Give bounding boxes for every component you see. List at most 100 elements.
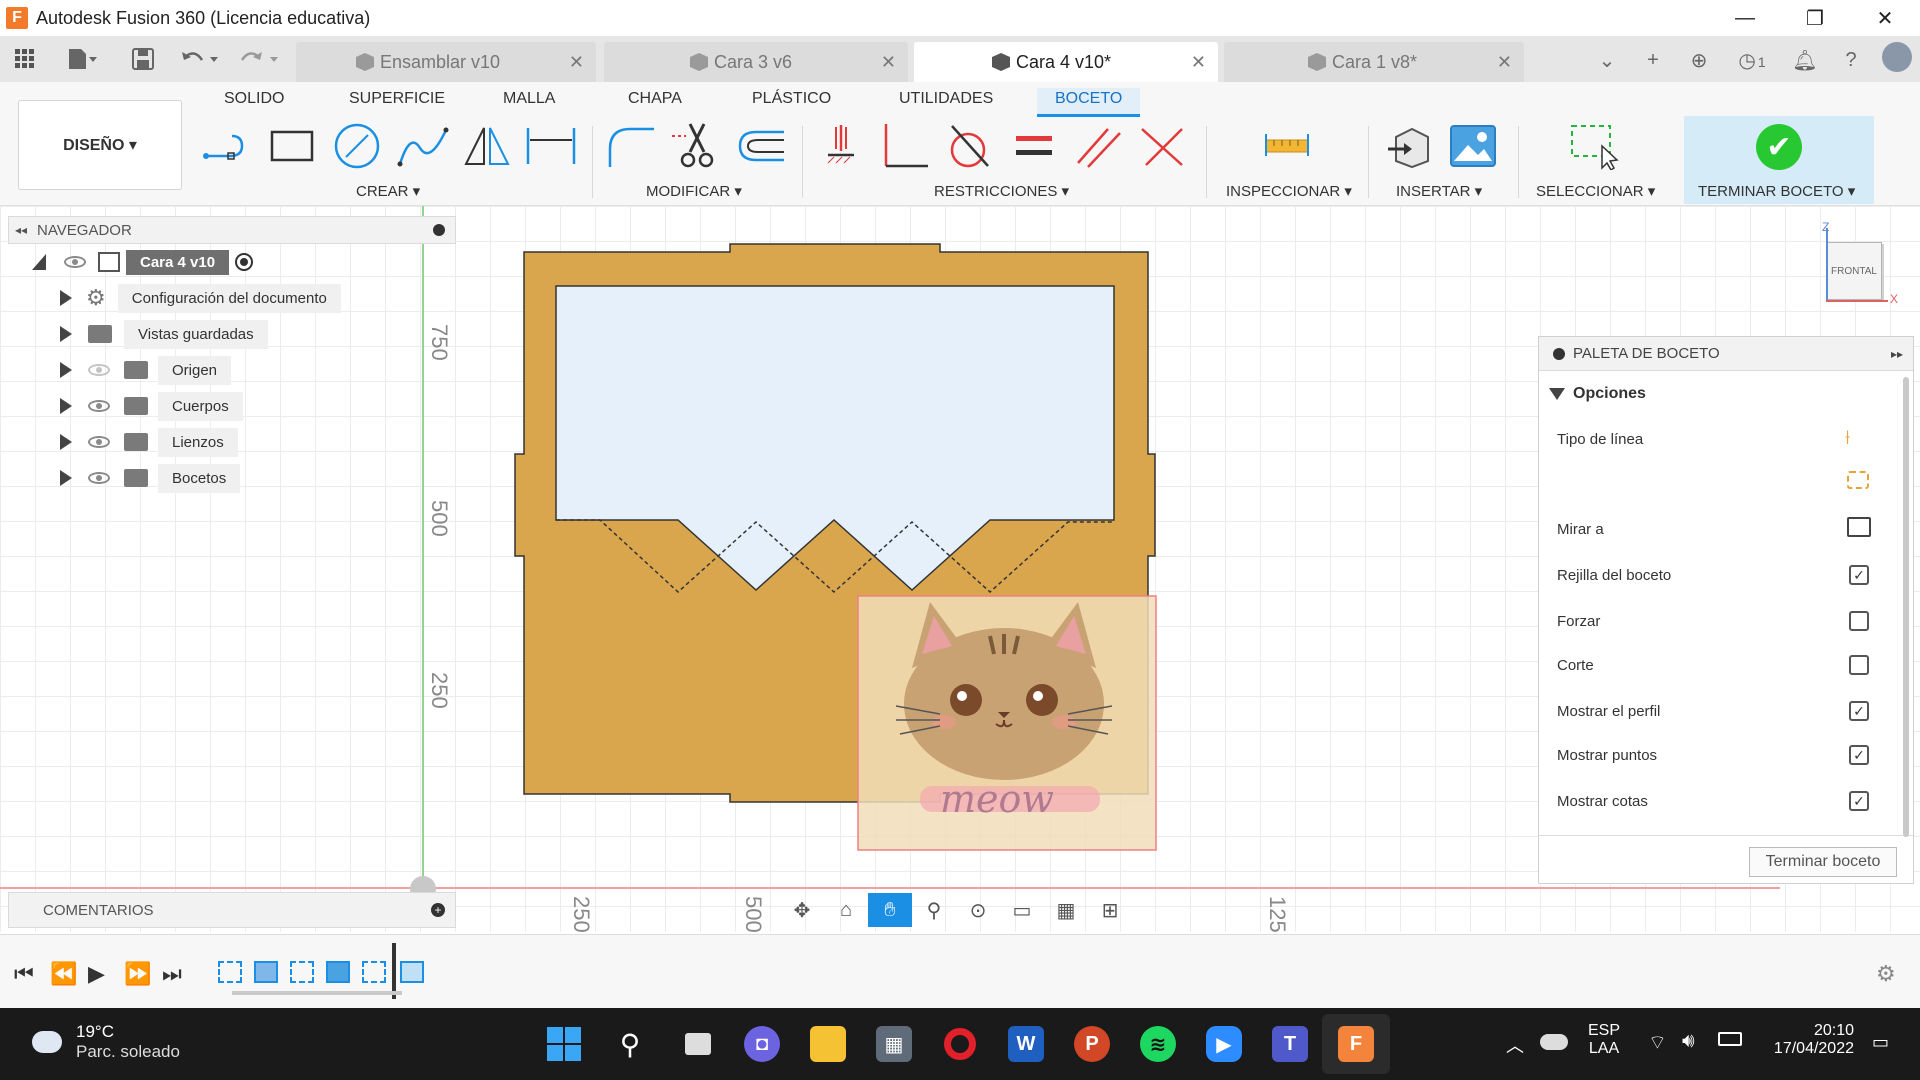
comments-panel[interactable]: COMENTARIOS +: [8, 892, 456, 928]
fit-icon[interactable]: ⊙: [956, 893, 1000, 927]
tab-close-icon[interactable]: ✕: [569, 52, 584, 73]
mirror-tool-icon[interactable]: [460, 122, 514, 170]
undo-icon[interactable]: [176, 46, 224, 72]
offset-tool-icon[interactable]: [734, 122, 788, 170]
notification-center-icon[interactable]: ▭: [1872, 1032, 1889, 1053]
display-settings-icon[interactable]: ▭: [1000, 893, 1044, 927]
trim-tool-icon[interactable]: [670, 122, 724, 170]
palette-section-header[interactable]: Opciones: [1549, 385, 1646, 403]
word-icon[interactable]: W: [1008, 1026, 1044, 1062]
onedrive-cloud-icon[interactable]: [1540, 1034, 1568, 1050]
browser-item-label[interactable]: Configuración del documento: [117, 283, 341, 313]
fillet-tool-icon[interactable]: [604, 122, 658, 170]
grid-checkbox[interactable]: ✓: [1849, 565, 1869, 585]
timeline-sketch-feature[interactable]: [218, 961, 242, 983]
tab-close-icon[interactable]: ✕: [1191, 52, 1206, 73]
visibility-eye-icon[interactable]: [88, 400, 110, 412]
timeline-prev-icon[interactable]: ⏪: [50, 961, 77, 987]
show-profile-checkbox[interactable]: ✓: [1849, 701, 1869, 721]
tab-malla[interactable]: MALLA: [503, 90, 555, 108]
powerpoint-icon[interactable]: P: [1074, 1026, 1110, 1062]
expand-collapse-icon[interactable]: [30, 252, 50, 272]
expand-icon[interactable]: [60, 398, 72, 414]
add-comment-icon[interactable]: +: [431, 903, 445, 917]
calculator-icon[interactable]: ▦: [876, 1026, 912, 1062]
visibility-eye-icon[interactable]: [64, 256, 86, 268]
extensions-icon[interactable]: ⊕: [1676, 48, 1722, 73]
measure-tool-icon[interactable]: [1260, 122, 1314, 170]
file-menu-icon[interactable]: [60, 46, 104, 72]
browser-item-lienzos[interactable]: Lienzos: [8, 424, 456, 460]
spline-tool-icon[interactable]: [396, 122, 450, 170]
browser-item-cuerpos[interactable]: Cuerpos: [8, 388, 456, 424]
view-cube[interactable]: FRONTAL: [1826, 242, 1882, 300]
finish-sketch-button[interactable]: Terminar boceto: [1749, 847, 1897, 877]
root-component-label[interactable]: Cara 4 v10: [126, 249, 230, 275]
collapse-panel-icon[interactable]: ◂◂: [15, 223, 27, 237]
browser-item-origen[interactable]: Origen: [8, 352, 456, 388]
line-tool-icon[interactable]: [202, 122, 256, 170]
group-inspeccionar[interactable]: INSPECCIONAR ▾: [1226, 182, 1352, 200]
timeline-settings-gear-icon[interactable]: ⚙︎: [1876, 961, 1896, 987]
job-status-icon[interactable]: ◷ 1: [1722, 48, 1782, 73]
opera-icon[interactable]: [942, 1026, 978, 1062]
rectangle-tool-icon[interactable]: [266, 122, 320, 170]
finish-sketch-check-icon[interactable]: ✔: [1756, 124, 1802, 170]
help-icon[interactable]: ?: [1828, 49, 1874, 72]
tab-utilidades[interactable]: UTILIDADES: [899, 90, 993, 108]
timeline-sketch-feature[interactable]: [290, 961, 314, 983]
tab-plastico[interactable]: PLÁSTICO: [752, 90, 831, 108]
show-hidden-icons-icon[interactable]: ︿: [1506, 1032, 1524, 1058]
dimension-tool-icon[interactable]: [524, 122, 578, 170]
expand-palette-icon[interactable]: ▸▸: [1891, 347, 1903, 361]
file-explorer-icon[interactable]: [810, 1026, 846, 1062]
viewports-icon[interactable]: ⊞: [1088, 893, 1132, 927]
maximize-button[interactable]: ❐: [1780, 0, 1850, 36]
tab-superficie[interactable]: SUPERFICIE: [349, 90, 445, 108]
visibility-eye-icon[interactable]: [88, 436, 110, 448]
tangent-constraint-icon[interactable]: [942, 122, 996, 170]
midpoint-constraint-icon[interactable]: [1136, 122, 1190, 170]
workspace-selector[interactable]: DISEÑO ▾: [18, 100, 182, 190]
language-indicator[interactable]: ESP LAA: [1588, 1022, 1620, 1058]
group-restricciones[interactable]: RESTRICCIONES ▾: [934, 182, 1069, 200]
timeline-next-icon[interactable]: ⏩: [124, 961, 151, 987]
timeline-last-icon[interactable]: ⏭: [162, 961, 182, 987]
timeline-feature[interactable]: [400, 961, 424, 983]
select-tool-icon[interactable]: [1566, 122, 1620, 170]
timeline-play-icon[interactable]: ▶: [88, 961, 105, 987]
browser-root-row[interactable]: Cara 4 v10: [8, 244, 456, 280]
pan-hand-icon[interactable]: ✋︎: [868, 893, 912, 927]
section-expand-icon[interactable]: [1549, 388, 1565, 400]
new-tab-icon[interactable]: +: [1630, 49, 1676, 72]
tab-cara-4[interactable]: Cara 4 v10* ✕: [914, 42, 1218, 82]
redo-icon[interactable]: [236, 46, 284, 72]
fix-constraint-icon[interactable]: [814, 122, 868, 170]
spotify-icon[interactable]: ≋: [1140, 1026, 1176, 1062]
task-view-icon[interactable]: [680, 1026, 716, 1062]
visibility-eye-icon[interactable]: [88, 472, 110, 484]
tab-solido[interactable]: SOLIDO: [224, 90, 284, 108]
zoom-icon[interactable]: ⚲: [912, 893, 956, 927]
hidden-eye-icon[interactable]: [88, 364, 110, 376]
minimize-button[interactable]: —: [1710, 0, 1780, 36]
construction-line-icon[interactable]: ⟊: [1845, 427, 1850, 450]
circle-tool-icon[interactable]: [330, 122, 384, 170]
timeline-first-icon[interactable]: ⏮: [14, 961, 34, 987]
insert-canvas-icon[interactable]: [1446, 122, 1500, 170]
look-at-view-icon[interactable]: ⌂: [824, 893, 868, 927]
browser-item-label[interactable]: Cuerpos: [158, 391, 243, 421]
chat-icon[interactable]: ◘: [744, 1026, 780, 1062]
insert-derive-icon[interactable]: [1384, 122, 1438, 170]
weather-widget[interactable]: 19°C Parc. soleado: [28, 1022, 180, 1062]
browser-item-vistas[interactable]: Vistas guardadas: [8, 316, 456, 352]
zoom-app-icon[interactable]: ▶: [1206, 1026, 1242, 1062]
search-icon[interactable]: ⚲: [612, 1026, 648, 1062]
group-seleccionar[interactable]: SELECCIONAR ▾: [1536, 182, 1655, 200]
group-insertar[interactable]: INSERTAR ▾: [1396, 182, 1482, 200]
wifi-icon[interactable]: ⌔: [1648, 1030, 1667, 1055]
equal-constraint-icon[interactable]: [1008, 122, 1062, 170]
teams-icon[interactable]: T: [1272, 1026, 1308, 1062]
panel-pin-icon[interactable]: [433, 224, 445, 236]
tab-close-icon[interactable]: ✕: [881, 52, 896, 73]
